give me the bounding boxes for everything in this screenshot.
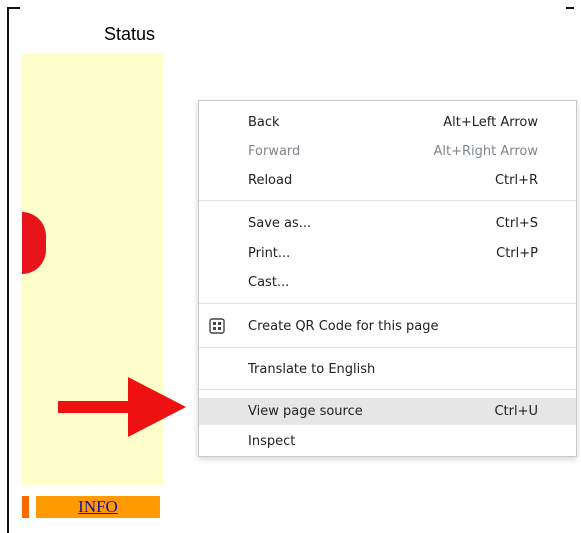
screen: Status INFO Back Alt+Left Arrow Forward … (0, 0, 581, 533)
menu-item-cast[interactable]: Cast... (199, 269, 576, 296)
menu-separator (199, 200, 576, 201)
menu-item-shortcut: Alt+Left Arrow (443, 115, 538, 130)
page-border-left (7, 7, 9, 533)
menu-item-save-as[interactable]: Save as... Ctrl+S (199, 210, 576, 237)
menu-item-label: Forward (248, 144, 301, 159)
menu-separator (199, 389, 576, 390)
page-border-tick (566, 7, 574, 9)
menu-item-print[interactable]: Print... Ctrl+P (199, 240, 576, 267)
menu-item-label: Print... (248, 246, 291, 261)
context-menu: Back Alt+Left Arrow Forward Alt+Right Ar… (198, 100, 577, 457)
menu-item-label: Inspect (248, 434, 296, 449)
orange-marker (22, 496, 29, 518)
menu-item-shortcut: Ctrl+S (495, 216, 538, 231)
menu-item-create-qr-code[interactable]: Create QR Code for this page (199, 313, 576, 340)
status-column-header: Status (104, 24, 156, 44)
menu-item-inspect[interactable]: Inspect (199, 428, 576, 455)
menu-item-shortcut: Ctrl+P (496, 246, 538, 261)
menu-item-reload[interactable]: Reload Ctrl+R (199, 167, 576, 194)
red-arrow-icon (58, 377, 186, 437)
menu-item-label: Back (248, 115, 280, 130)
menu-item-label: Save as... (248, 216, 312, 231)
menu-item-shortcut: Alt+Right Arrow (433, 144, 538, 159)
qr-code-icon (209, 318, 225, 334)
menu-item-view-page-source[interactable]: View page source Ctrl+U (199, 398, 576, 425)
menu-item-label: Translate to English (248, 362, 376, 377)
info-bar: INFO (36, 496, 160, 518)
menu-item-back[interactable]: Back Alt+Left Arrow (199, 109, 576, 136)
menu-separator (199, 303, 576, 304)
menu-item-forward[interactable]: Forward Alt+Right Arrow (199, 138, 576, 165)
menu-item-shortcut: Ctrl+U (494, 404, 538, 419)
menu-separator (199, 347, 576, 348)
info-link[interactable]: INFO (78, 497, 118, 516)
page-border-top (7, 7, 20, 9)
menu-item-label: View page source (248, 404, 363, 419)
menu-item-translate[interactable]: Translate to English (199, 356, 576, 383)
menu-item-label: Reload (248, 173, 293, 188)
menu-item-label: Cast... (248, 275, 290, 290)
menu-item-label: Create QR Code for this page (248, 319, 439, 334)
menu-item-shortcut: Ctrl+R (494, 173, 538, 188)
